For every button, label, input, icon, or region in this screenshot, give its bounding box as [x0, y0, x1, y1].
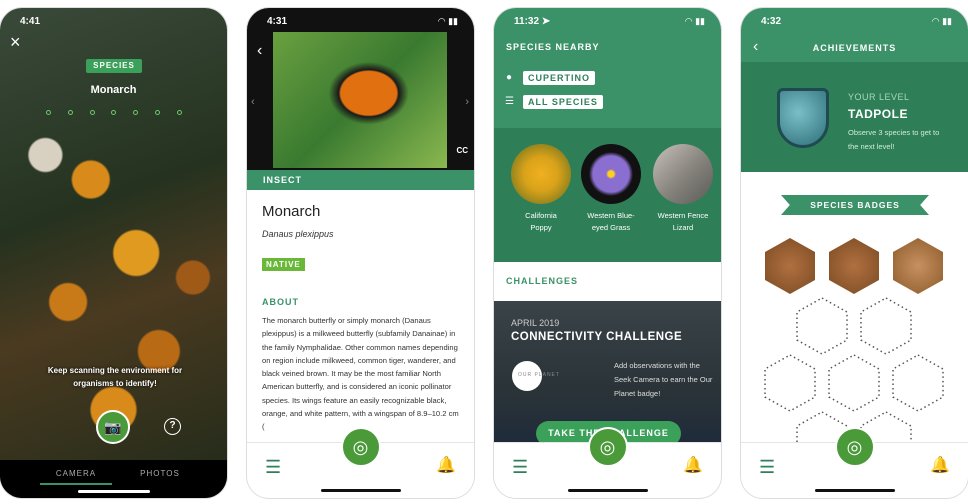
- home-indicator: [814, 489, 895, 492]
- wifi-battery-icon: ◠ ▮▮: [931, 16, 952, 26]
- home-indicator: [567, 489, 648, 492]
- level-name: TADPOLE: [848, 107, 908, 121]
- help-button[interactable]: ?: [164, 418, 181, 435]
- back-icon[interactable]: ‹: [257, 42, 262, 60]
- notifications-bell-icon[interactable]: 🔔: [683, 455, 703, 475]
- wifi-battery-icon: ◠ ▮▮: [437, 16, 458, 26]
- bottom-nav: ☰ ◎ 🔔: [741, 427, 968, 498]
- category-bar: INSECT: [247, 170, 474, 190]
- challenge-card[interactable]: APRIL 2019 CONNECTIVITY CHALLENGE OUR PL…: [494, 301, 721, 447]
- cc-license[interactable]: CC: [456, 146, 468, 155]
- next-photo-icon[interactable]: ›: [465, 96, 469, 108]
- badge-earned[interactable]: [893, 238, 943, 294]
- prev-photo-icon[interactable]: ‹: [251, 96, 255, 108]
- species-name: Western Fence Lizard: [657, 211, 709, 232]
- species-name: California Poppy: [525, 211, 557, 232]
- status-time: 11:32 ➤: [514, 16, 551, 27]
- level-hint: Observe 3 species to get to the next lev…: [848, 128, 940, 151]
- challenge-title: CONNECTIVITY CHALLENGE: [511, 331, 683, 343]
- shutter-button[interactable]: 📷: [96, 410, 130, 444]
- menu-icon[interactable]: ☰: [512, 457, 528, 478]
- species-name: Monarch: [90, 84, 137, 96]
- species-photo[interactable]: [273, 32, 447, 168]
- camera-button[interactable]: ◎: [340, 427, 381, 467]
- category-label: INSECT: [263, 175, 303, 185]
- wifi-battery-icon: ◠ ▮▮: [684, 16, 705, 26]
- home-indicator: [78, 490, 150, 493]
- species-title: Monarch: [262, 203, 321, 220]
- home-screen: 11:32 ➤ ◠ ▮▮ SPECIES NEARBY ● CUPERTINO …: [494, 8, 721, 498]
- species-nearby-heading: SPECIES NEARBY: [506, 42, 600, 52]
- badge-earned[interactable]: [829, 238, 879, 294]
- achievements-screen: 4:32 ◠ ▮▮ ‹ ACHIEVEMENTS YOUR LEVEL TADP…: [741, 8, 968, 498]
- home-indicator: [320, 489, 401, 492]
- tab-photos[interactable]: PHOTOS: [130, 469, 190, 478]
- camera-button[interactable]: ◎: [587, 427, 628, 467]
- about-text: The monarch butterfly or simply monarch …: [262, 316, 459, 432]
- species-badges-banner: SPECIES BADGES: [781, 195, 929, 215]
- species-card[interactable]: Western Blue-eyed Grass: [578, 144, 644, 234]
- level-label: YOUR LEVEL: [848, 92, 910, 102]
- status-time: 4:32: [761, 16, 782, 27]
- bottom-nav: ☰ ◎ 🔔: [247, 427, 474, 498]
- species-detail-screen: 4:31 ◠ ▮▮ ‹ ‹ › CC INSECT Monarch Danaus…: [247, 8, 474, 498]
- notifications-bell-icon[interactable]: 🔔: [436, 455, 456, 475]
- species-card[interactable]: Western Fence Lizard: [648, 144, 718, 234]
- our-planet-logo: OUR PLANET: [512, 361, 559, 391]
- badge-earned[interactable]: [765, 238, 815, 294]
- filter-icon: ☰: [505, 96, 514, 107]
- species-filter-button[interactable]: ALL SPECIES: [523, 95, 603, 109]
- species-photo: [653, 144, 713, 204]
- location-button[interactable]: CUPERTINO: [523, 71, 596, 85]
- locked-badges: [764, 297, 944, 443]
- species-photo: [511, 144, 571, 204]
- scan-progress-dots: [46, 110, 182, 115]
- scientific-name: Danaus plexippus: [262, 229, 334, 239]
- page-title: ACHIEVEMENTS: [812, 43, 897, 53]
- notifications-bell-icon[interactable]: 🔔: [930, 455, 950, 475]
- species-badge: SPECIES: [86, 59, 142, 73]
- status-time: 4:41: [20, 16, 41, 27]
- challenge-date: APRIL 2019: [511, 318, 560, 328]
- about-heading: ABOUT: [262, 297, 299, 307]
- camera-tab-bar: CAMERA PHOTOS: [0, 460, 227, 498]
- species-badges-heading: SPECIES BADGES: [810, 200, 900, 210]
- close-icon[interactable]: ×: [10, 32, 21, 53]
- species-photo: [581, 144, 641, 204]
- menu-icon[interactable]: ☰: [265, 457, 281, 478]
- challenge-description: Add observations with the Seek Camera to…: [614, 361, 713, 398]
- tadpole-shield-icon: [777, 88, 829, 148]
- scan-hint: Keep scanning the environment for organi…: [47, 366, 183, 388]
- species-name: Western Blue-eyed Grass: [587, 211, 635, 232]
- nearby-species-list: California Poppy Western Blue-eyed Grass…: [494, 128, 721, 262]
- menu-icon[interactable]: ☰: [759, 457, 775, 478]
- camera-screen: 4:41 × SPECIES Monarch Keep scanning the…: [0, 8, 227, 498]
- status-time: 4:31: [267, 16, 288, 27]
- challenges-heading: CHALLENGES: [506, 276, 579, 286]
- bottom-nav: ☰ ◎ 🔔: [494, 427, 721, 498]
- level-panel: YOUR LEVEL TADPOLE Observe 3 species to …: [741, 62, 968, 172]
- species-card[interactable]: California Poppy: [508, 144, 574, 234]
- camera-button[interactable]: ◎: [834, 427, 875, 467]
- location-pin-icon: ●: [506, 72, 513, 83]
- native-badge: NATIVE: [262, 258, 305, 271]
- camera-icon: 📷: [104, 419, 122, 435]
- tab-camera[interactable]: CAMERA: [40, 469, 112, 485]
